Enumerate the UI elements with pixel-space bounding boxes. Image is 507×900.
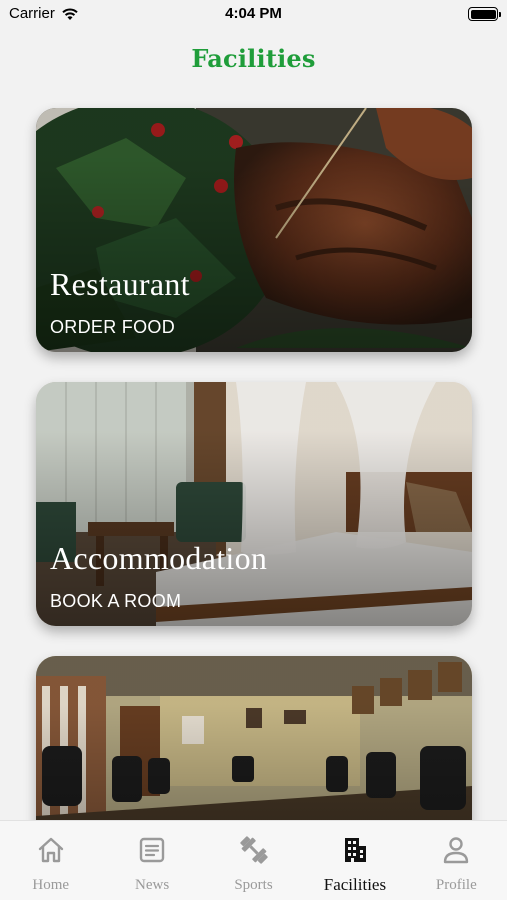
dumbbell-icon [237,833,271,867]
tab-label: Profile [435,877,477,893]
bottom-tab-bar: Home News Sports Facilities Profile [0,820,507,900]
facility-list: Restaurant ORDER FOOD Accommodation BOOK… [36,108,472,900]
person-icon [439,833,473,867]
status-bar: Carrier 4:04 PM [0,0,507,30]
tab-label: Facilities [323,875,387,894]
accommodation-card[interactable]: Accommodation BOOK A ROOM [36,382,472,626]
home-icon [34,833,68,867]
tab-news[interactable]: News [101,821,202,900]
card-title: Accommodation [50,540,268,576]
card-title: Restaurant [50,266,190,302]
battery-icon [468,7,501,21]
restaurant-card[interactable]: Restaurant ORDER FOOD [36,108,472,352]
news-icon [135,833,169,867]
building-icon [338,833,372,867]
tab-label: Sports [234,877,273,893]
tab-sports[interactable]: Sports [203,821,304,900]
tab-home[interactable]: Home [0,821,101,900]
card-subtitle: ORDER FOOD [50,317,176,337]
tab-label: News [135,877,170,893]
tab-facilities[interactable]: Facilities [304,821,405,900]
tab-label: Home [32,877,70,893]
card-subtitle: BOOK A ROOM [50,591,182,611]
tab-profile[interactable]: Profile [406,821,507,900]
page-title: Facilities [191,44,316,73]
clock: 4:04 PM [225,5,282,22]
